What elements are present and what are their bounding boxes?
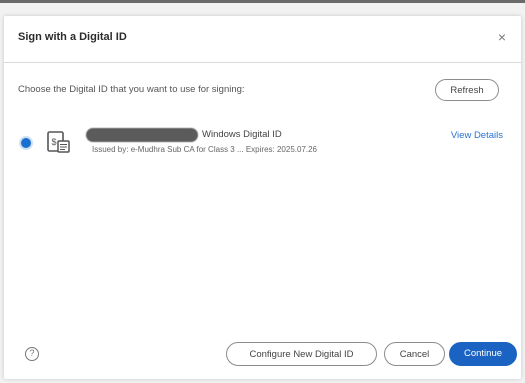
digital-id-type: Windows Digital ID (202, 129, 282, 140)
cancel-button[interactable]: Cancel (384, 342, 445, 366)
continue-button[interactable]: Continue (449, 342, 517, 366)
certificate-icon: $ (46, 129, 72, 155)
configure-new-digital-id-button[interactable]: Configure New Digital ID (226, 342, 377, 366)
digital-id-radio[interactable] (21, 138, 31, 148)
window-top-edge (0, 0, 525, 3)
dialog-title: Sign with a Digital ID (18, 31, 127, 43)
refresh-button[interactable]: Refresh (435, 79, 499, 101)
dialog-title-bar: Sign with a Digital ID × (4, 16, 521, 63)
digital-id-issuer: Issued by: e-Mudhra Sub CA for Class 3 .… (92, 145, 318, 154)
redacted-owner-name (86, 128, 198, 142)
digital-id-list-item[interactable]: $ Windows Digital ID Issued by: e-Mudhra… (4, 124, 521, 164)
view-details-link[interactable]: View Details (451, 130, 503, 141)
close-icon[interactable]: × (493, 28, 511, 46)
svg-text:$: $ (52, 137, 57, 147)
choose-id-prompt: Choose the Digital ID that you want to u… (18, 84, 245, 95)
help-icon[interactable]: ? (25, 347, 39, 361)
sign-digital-id-dialog: Sign with a Digital ID × Choose the Digi… (4, 16, 521, 379)
